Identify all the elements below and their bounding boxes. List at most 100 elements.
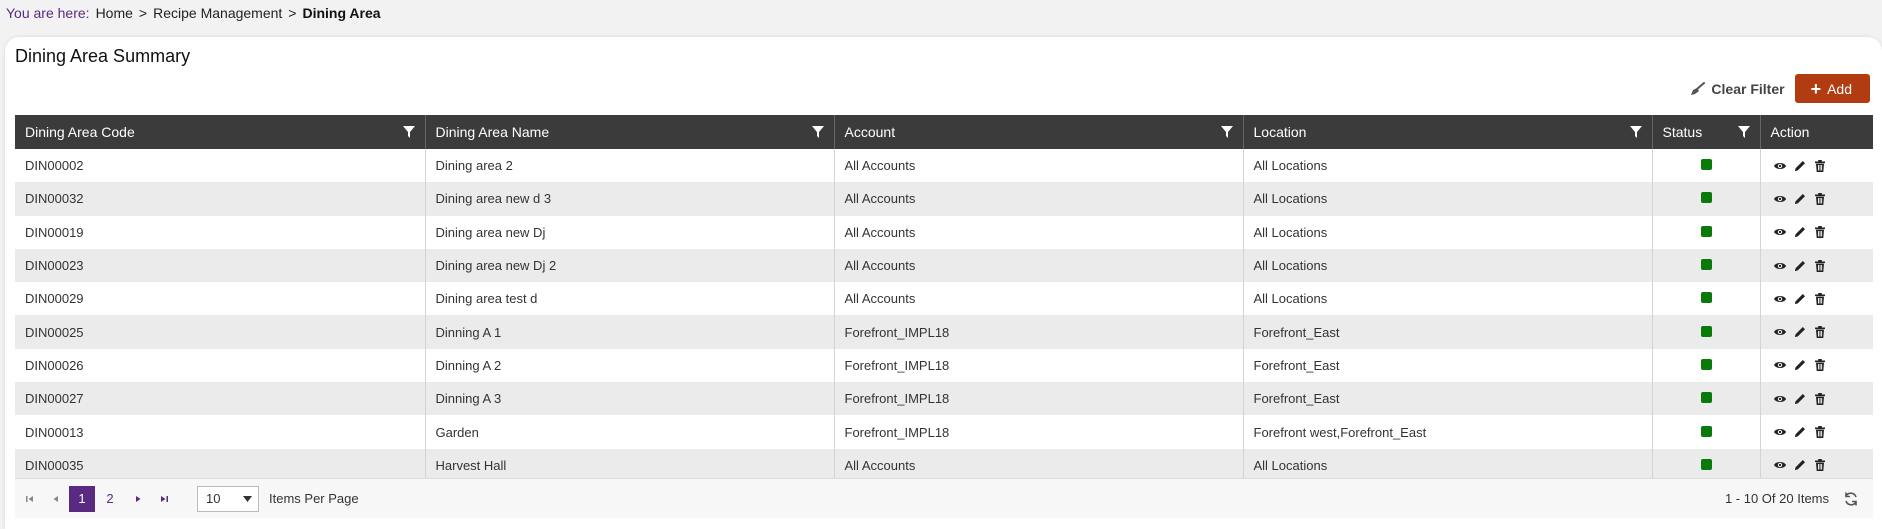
eye-icon[interactable] [1773,358,1787,372]
next-page-button[interactable] [127,488,149,510]
breadcrumb-recipe-management-link[interactable]: Recipe Management [153,5,282,21]
column-header-code: Dining Area Code [15,115,426,149]
table-row: DIN00029 Dining area test d All Accounts Al… [15,282,1873,316]
last-page-icon [161,495,168,502]
funnel-icon[interactable] [811,126,824,138]
cell-dining-area-name: Dining area new Dj [425,215,835,249]
cell-status [1652,315,1761,349]
cell-account: Forefront_IMPL18 [834,315,1244,349]
cell-account: All Accounts [834,182,1244,216]
trash-icon[interactable] [1813,325,1827,339]
trash-icon[interactable] [1813,225,1827,239]
cell-location: All Locations [1243,282,1653,316]
eye-icon[interactable] [1773,159,1787,173]
breadcrumb: You are here: Home > Recipe Management >… [6,5,381,21]
cell-dining-area-code: DIN00026 [15,348,426,383]
pencil-icon[interactable] [1793,292,1807,306]
funnel-icon[interactable] [1220,126,1233,138]
cell-account: Forefront_IMPL18 [834,348,1244,383]
cell-status [1652,215,1761,249]
pencil-icon[interactable] [1793,358,1807,372]
eye-icon[interactable] [1773,259,1787,273]
pencil-icon[interactable] [1793,225,1807,239]
dining-area-summary-panel: Dining Area Summary Clear Filter + Add D… [5,37,1882,529]
last-page-button[interactable] [153,488,175,510]
trash-icon[interactable] [1813,259,1827,273]
table-row: DIN00002 Dining area 2 All Accounts All Loc… [15,149,1873,183]
add-button[interactable]: + Add [1794,74,1870,103]
clear-filter-button[interactable]: Clear Filter [1689,75,1785,103]
cell-action [1760,182,1873,216]
cell-dining-area-code: DIN00027 [15,382,426,416]
first-page-button[interactable] [19,488,41,510]
items-per-page-select[interactable]: 10 [197,485,259,512]
cell-account: All Accounts [834,448,1244,482]
next-page-icon [136,495,141,502]
cell-dining-area-name: Harvest Hall [425,448,835,482]
pencil-icon[interactable] [1793,259,1807,273]
cell-dining-area-name: Dining area test d [425,282,835,316]
cell-dining-area-code: DIN00029 [15,282,426,316]
pagination-info: 1 - 10 Of 20 Items [1724,491,1829,506]
cell-location: Forefront_East [1243,382,1653,416]
pencil-icon[interactable] [1793,325,1807,339]
cell-dining-area-code: DIN00002 [15,149,426,183]
pencil-icon[interactable] [1793,192,1807,206]
refresh-icon[interactable] [1843,491,1859,507]
cell-dining-area-code: DIN00025 [15,315,426,349]
column-header-action: Action [1760,115,1873,149]
trash-icon[interactable] [1813,458,1827,472]
funnel-icon[interactable] [402,126,415,138]
page-2-button[interactable]: 2 [97,486,123,512]
cell-status [1652,348,1761,383]
pencil-icon[interactable] [1793,425,1807,439]
chevron-down-icon [243,495,252,502]
status-badge [1700,259,1712,271]
cell-action [1760,348,1873,383]
cell-dining-area-name: Dining area 2 [425,149,835,183]
pencil-icon[interactable] [1793,458,1807,472]
pencil-icon[interactable] [1793,392,1807,406]
trash-icon[interactable] [1813,358,1827,372]
eye-icon[interactable] [1773,225,1787,239]
trash-icon[interactable] [1813,425,1827,439]
broom-icon [1691,81,1706,95]
trash-icon[interactable] [1813,292,1827,306]
table-row: DIN00035 Harvest Hall All Accounts All Loca… [15,448,1873,482]
previous-page-button[interactable] [45,488,67,510]
cell-action [1760,415,1873,449]
trash-icon[interactable] [1813,392,1827,406]
previous-page-icon [53,495,58,502]
trash-icon[interactable] [1813,192,1827,206]
cell-dining-area-name: Dinning A 2 [425,348,835,383]
cell-action [1760,282,1873,316]
funnel-icon[interactable] [1737,126,1750,138]
cell-dining-area-name: Dining area new d 3 [425,182,835,216]
page-title: Dining Area Summary [15,46,191,66]
cell-dining-area-code: DIN00019 [15,215,426,249]
eye-icon[interactable] [1773,192,1787,206]
eye-icon[interactable] [1773,392,1787,406]
pencil-icon[interactable] [1793,159,1807,173]
add-button-label: Add [1827,80,1852,97]
pagination-bar: 1 2 10 Items Per Page 1 - 10 Of 20 Items [15,478,1873,518]
column-header-status: Status [1652,115,1761,149]
funnel-icon[interactable] [1629,126,1642,138]
page-1-button[interactable]: 1 [69,485,95,512]
cell-dining-area-code: DIN00013 [15,415,426,449]
eye-icon[interactable] [1773,425,1787,439]
trash-icon[interactable] [1813,159,1827,173]
eye-icon[interactable] [1773,458,1787,472]
breadcrumb-prefix: You are here: [6,5,90,21]
breadcrumb-separator: > [138,5,148,21]
cell-account: All Accounts [834,149,1244,183]
eye-icon[interactable] [1773,292,1787,306]
cell-dining-area-name: Dinning A 3 [425,382,835,416]
table-row: DIN00023 Dining area new Dj 2 All Accounts… [15,248,1873,283]
breadcrumb-home-link[interactable]: Home [96,5,133,21]
eye-icon[interactable] [1773,325,1787,339]
cell-dining-area-code: DIN00023 [15,248,426,283]
table-row: DIN00025 Dinning A 1 Forefront_IMPL18 Foref… [15,315,1873,349]
cell-action [1760,215,1873,249]
cell-account: All Accounts [834,215,1244,249]
